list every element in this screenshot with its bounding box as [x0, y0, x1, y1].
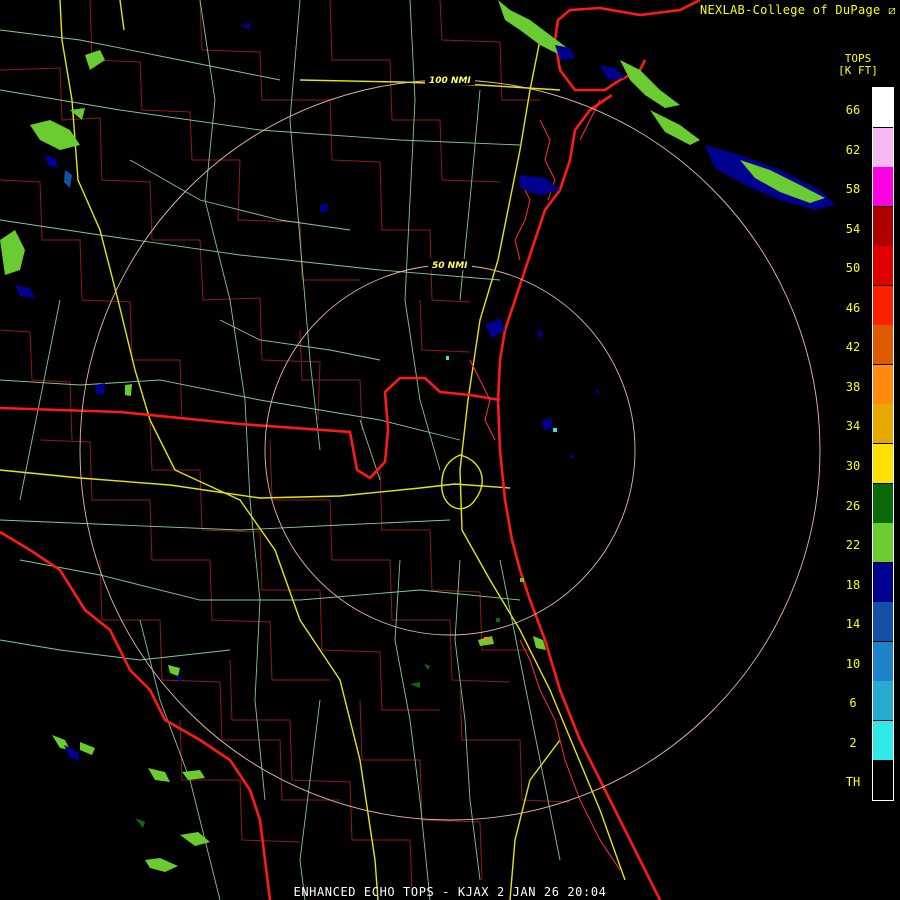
legend-label: 66	[845, 103, 861, 117]
legend-swatch	[873, 404, 893, 444]
legend-swatch	[873, 325, 893, 365]
interstate-highways	[0, 0, 626, 900]
color-scale-bar	[872, 87, 894, 801]
coastal-inlets	[469, 99, 621, 871]
legend-label: 54	[845, 221, 861, 236]
legend-swatch	[873, 523, 893, 563]
county-boundaries	[0, 0, 571, 891]
legend-swatch	[873, 562, 893, 602]
legend-swatch	[873, 364, 893, 404]
legend-label: 10	[845, 656, 861, 671]
ring-label-50nmi: 50 NMI	[432, 261, 468, 271]
legend-label: 58	[845, 182, 861, 197]
legend-label: 22	[845, 538, 861, 553]
legend-swatch	[873, 443, 893, 483]
legend-label: 14	[845, 617, 861, 632]
legend-title: TOPS [K FT]	[820, 53, 896, 77]
legend-label: 46	[845, 300, 861, 315]
legend-swatch	[873, 681, 893, 721]
legend-label: 62	[845, 142, 861, 157]
legend-label: 38	[845, 379, 861, 394]
radar-map: 50 NMI 100 NMI	[0, 0, 835, 900]
range-ring-50nmi	[264, 264, 636, 636]
credit-label: NEXLAB-College of DuPage	[699, 3, 881, 17]
credit-text: NEXLAB-College of DuPage ⧄	[700, 3, 896, 18]
range-ring-100nmi	[79, 79, 821, 821]
legend-label: 26	[845, 498, 861, 513]
legend-label: 50	[845, 261, 861, 276]
legend-swatch	[873, 641, 893, 681]
range-rings	[79, 79, 821, 821]
legend-swatch	[873, 285, 893, 325]
legend-label: 2	[849, 735, 857, 750]
product-footer: ENHANCED ECHO TOPS - KJAX 2 JAN 26 20:04	[293, 885, 607, 899]
legend-label: TH	[845, 775, 861, 790]
legend-swatch	[873, 127, 893, 167]
radar-echoes	[0, 0, 835, 872]
legend-label: 42	[845, 340, 861, 355]
coastline-state-lines	[0, 0, 701, 900]
legend-swatch	[873, 483, 893, 523]
legend-swatch	[873, 88, 893, 127]
legend-swatch	[873, 167, 893, 207]
legend-swatch	[873, 720, 893, 760]
legend-label: 6	[849, 696, 857, 711]
legend-label: 30	[845, 458, 861, 473]
legend-label: 18	[845, 577, 861, 592]
legend-label: 34	[845, 419, 861, 434]
nexlab-logo-icon: ⧄	[888, 3, 896, 17]
ring-label-100nmi: 100 NMI	[429, 76, 471, 86]
legend-swatch	[873, 206, 893, 246]
legend-swatch	[873, 246, 893, 286]
legend-swatch	[873, 602, 893, 642]
legend-title-line2: [K FT]	[838, 64, 878, 77]
state-roads	[0, 0, 561, 900]
legend-swatch	[873, 760, 893, 800]
